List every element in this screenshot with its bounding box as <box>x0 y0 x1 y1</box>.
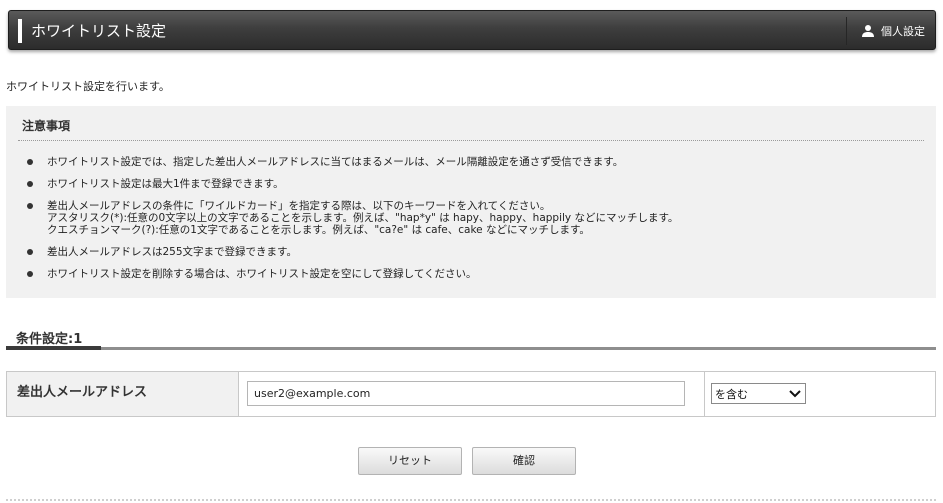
notice-item-text: ホワイトリスト設定では、指定した差出人メールアドレスに当てはまるメールは、メール… <box>47 156 624 168</box>
header-accent <box>18 19 22 43</box>
page: ホワイトリスト設定 個人設定 ホワイトリスト設定を行います。 注意事項 ホワイト… <box>0 0 943 503</box>
header-divider <box>846 17 847 45</box>
bullet-icon <box>27 181 33 187</box>
bullet-icon <box>27 203 33 209</box>
condition-form-row: 差出人メールアドレス を含む <box>6 371 936 417</box>
page-title: ホワイトリスト設定 <box>31 22 167 40</box>
notice-item: 差出人メールアドレスの条件に「ワイルドカード」を指定する際は、以下のキーワードを… <box>24 200 924 236</box>
confirm-button[interactable]: 確認 <box>472 447 576 475</box>
sender-address-input[interactable] <box>247 381 685 406</box>
notice-item-text: アスタリスク(*):任意の0文字以上の文字であることを示します。例えば、"hap… <box>47 212 679 224</box>
personal-settings-button[interactable]: 個人設定 <box>861 20 925 42</box>
match-type-value: を含む <box>715 387 748 401</box>
section-divider <box>6 347 936 350</box>
notice-item: 差出人メールアドレスは255文字まで登録できます。 <box>24 246 924 258</box>
notice-item: ホワイトリスト設定は最大1件まで登録できます。 <box>24 178 924 190</box>
notice-divider <box>18 140 924 141</box>
notice-item-text: ホワイトリスト設定を削除する場合は、ホワイトリスト設定を空にして登録してください… <box>47 268 477 280</box>
bottom-divider <box>6 499 936 501</box>
notice-item: ホワイトリスト設定を削除する場合は、ホワイトリスト設定を空にして登録してください… <box>24 268 924 280</box>
chevron-down-icon <box>789 389 801 397</box>
person-icon <box>862 25 874 37</box>
header-bar: ホワイトリスト設定 個人設定 <box>8 10 936 50</box>
bullet-icon <box>27 271 33 277</box>
section-title: 条件設定:1 <box>16 332 83 347</box>
notice-list: ホワイトリスト設定では、指定した差出人メールアドレスに当てはまるメールは、メール… <box>24 156 924 290</box>
notice-item-text: 差出人メールアドレスは255文字まで登録できます。 <box>47 246 297 258</box>
bullet-icon <box>27 159 33 165</box>
sender-address-cell <box>239 372 705 416</box>
notice-item-text: クエスチョンマーク(?):任意の1文字であることを示します。例えば、"ca?e"… <box>47 224 590 236</box>
bullet-icon <box>27 249 33 255</box>
sender-address-label: 差出人メールアドレス <box>7 372 239 416</box>
notice-item-text: 差出人メールアドレスの条件に「ワイルドカード」を指定する際は、以下のキーワードを… <box>47 200 551 212</box>
match-type-cell: を含む <box>705 372 935 416</box>
match-type-select[interactable]: を含む <box>711 383 806 404</box>
intro-text: ホワイトリスト設定を行います。 <box>6 80 170 93</box>
section-divider-accent <box>6 346 101 350</box>
notice-box: 注意事項 ホワイトリスト設定では、指定した差出人メールアドレスに当てはまるメール… <box>6 106 936 298</box>
notice-item: ホワイトリスト設定では、指定した差出人メールアドレスに当てはまるメールは、メール… <box>24 156 924 168</box>
personal-settings-label: 個人設定 <box>881 25 925 38</box>
notice-item-text: ホワイトリスト設定は最大1件まで登録できます。 <box>47 178 284 190</box>
notice-title: 注意事項 <box>22 119 71 133</box>
reset-button[interactable]: リセット <box>358 447 462 475</box>
